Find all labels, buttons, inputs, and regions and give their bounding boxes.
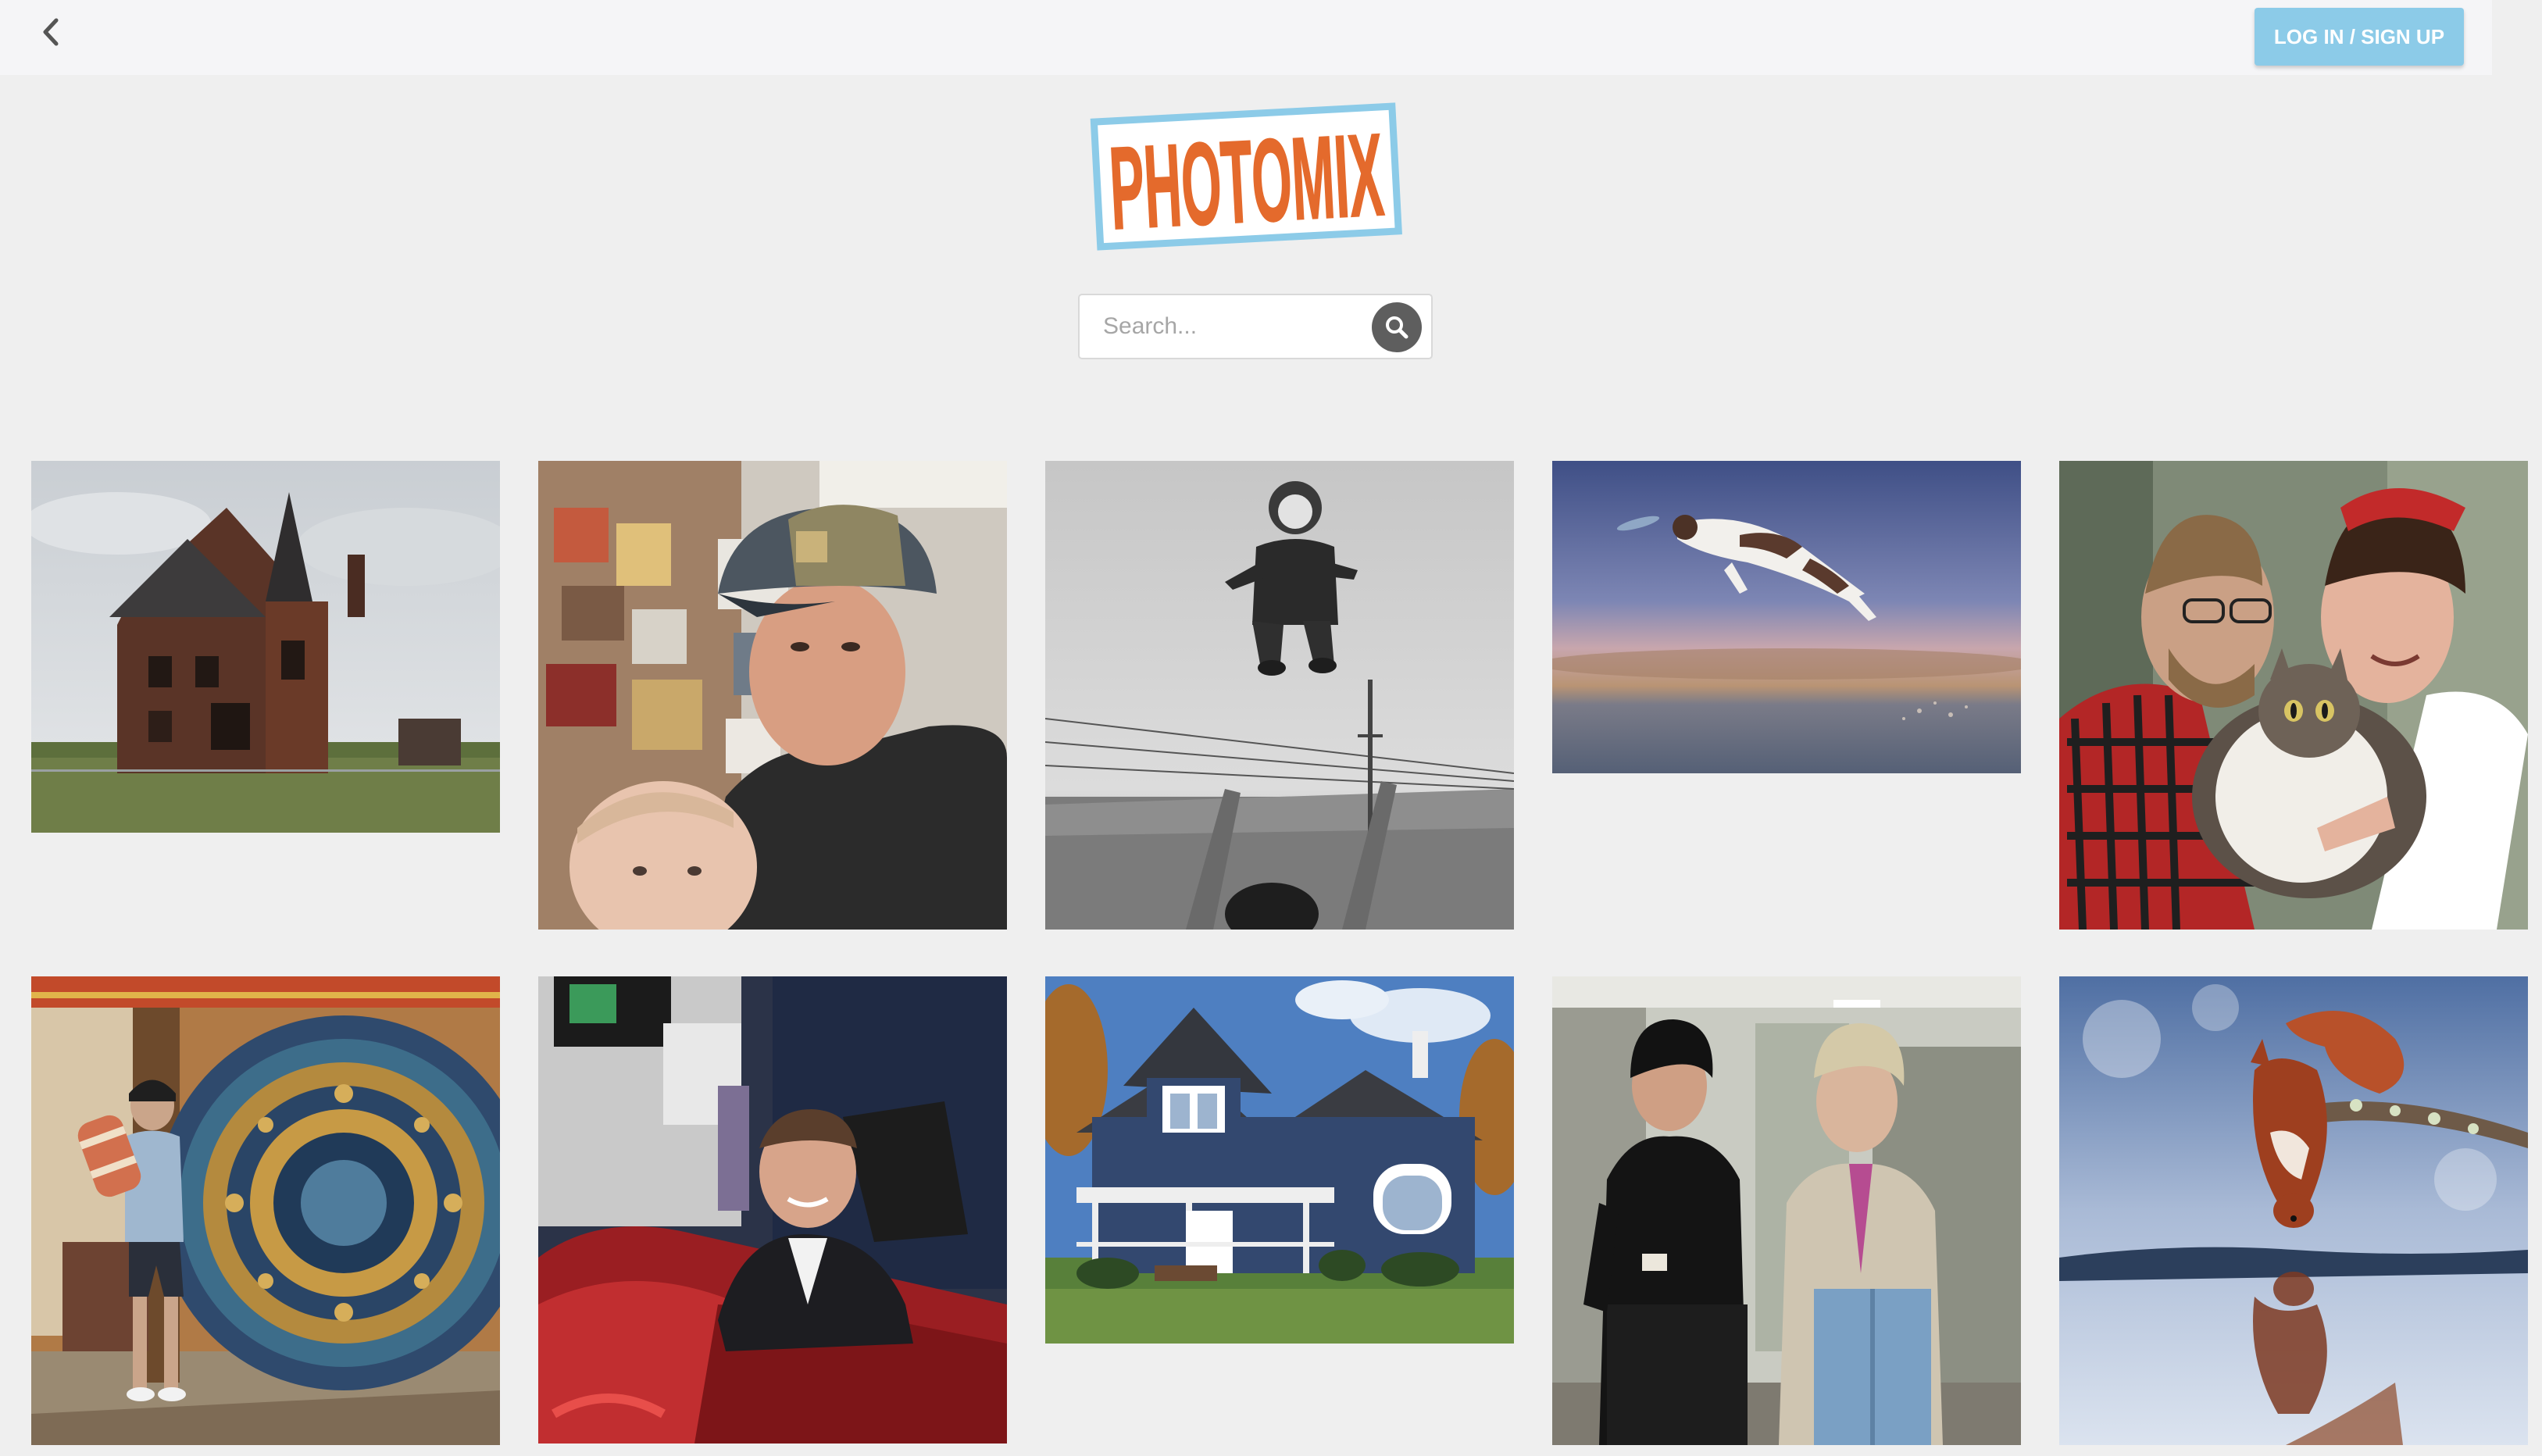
photo-two-men-walking[interactable]	[1552, 976, 2021, 1445]
search-icon	[1386, 316, 1408, 339]
photo-boy-with-gong[interactable]	[31, 976, 500, 1445]
photo-squirrel-reflection[interactable]	[2059, 976, 2528, 1445]
photo-dog-leaping[interactable]	[1552, 461, 2021, 773]
logo-text: PHOTOMIX	[1106, 109, 1386, 252]
photo-couple-with-cat[interactable]	[2059, 461, 2528, 930]
chevron-left-icon	[43, 18, 59, 46]
photo-abandoned-house[interactable]	[31, 461, 500, 833]
top-bar: LOG IN / SIGN UP	[0, 0, 2492, 75]
search-box	[1078, 294, 1433, 359]
photo-blue-house[interactable]	[1045, 976, 1514, 1344]
photomix-logo: PHOTOMIX	[1086, 92, 1406, 255]
search-button[interactable]	[1372, 302, 1422, 352]
search-input[interactable]	[1103, 306, 1361, 347]
photo-man-in-red-car[interactable]	[538, 976, 1007, 1444]
back-button[interactable]	[31, 12, 70, 52]
photo-man-with-baby[interactable]	[538, 461, 1007, 930]
photo-child-tossed-in-air[interactable]	[1045, 461, 1514, 930]
login-signup-button[interactable]: LOG IN / SIGN UP	[2255, 8, 2464, 66]
